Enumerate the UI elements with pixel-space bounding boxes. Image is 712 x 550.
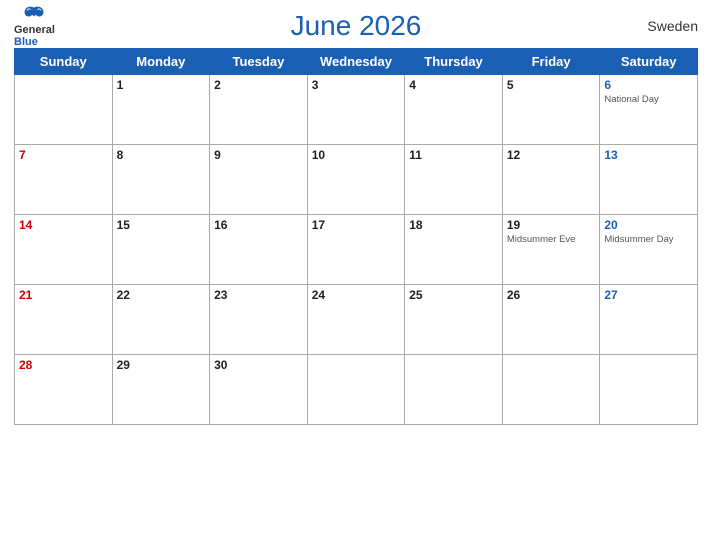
calendar-cell: 6 National Day xyxy=(600,75,698,145)
calendar-cell: 26 xyxy=(502,285,600,355)
day-number: 26 xyxy=(507,288,596,302)
day-number: 3 xyxy=(312,78,401,92)
calendar-container: General Blue June 2026 Sweden Sunday Mon… xyxy=(0,0,712,550)
holiday-label: National Day xyxy=(604,94,693,105)
calendar-cell: 24 xyxy=(307,285,405,355)
day-number: 27 xyxy=(604,288,693,302)
day-number: 24 xyxy=(312,288,401,302)
day-number: 10 xyxy=(312,148,401,162)
day-number: 17 xyxy=(312,218,401,232)
calendar-cell: 15 xyxy=(112,215,210,285)
day-number: 18 xyxy=(409,218,498,232)
calendar-cell: 27 xyxy=(600,285,698,355)
calendar-cell xyxy=(307,355,405,425)
day-number: 9 xyxy=(214,148,303,162)
day-number: 7 xyxy=(19,148,108,162)
day-number: 8 xyxy=(117,148,206,162)
calendar-cell: 28 xyxy=(15,355,113,425)
logo-bird-icon xyxy=(20,4,48,24)
calendar-title: June 2026 xyxy=(291,10,422,42)
weekday-header-row: Sunday Monday Tuesday Wednesday Thursday… xyxy=(15,49,698,75)
day-number: 2 xyxy=(214,78,303,92)
calendar-week-row: 14 15 16 17 18 19 Midsummer Eve 20 Midsummer Day xyxy=(15,215,698,285)
calendar-week-row: 789 10 11 12 13 xyxy=(15,145,698,215)
day-number: 23 xyxy=(214,288,303,302)
calendar-week-row: 28 29 30 xyxy=(15,355,698,425)
logo-general-text: General xyxy=(14,24,55,36)
calendar-cell: 1 xyxy=(112,75,210,145)
calendar-cell: 5 xyxy=(502,75,600,145)
calendar-cell xyxy=(502,355,600,425)
calendar-header: General Blue June 2026 Sweden xyxy=(14,10,698,42)
calendar-cell: 21 xyxy=(15,285,113,355)
calendar-cell: 18 xyxy=(405,215,503,285)
calendar-cell: 8 xyxy=(112,145,210,215)
day-number: 25 xyxy=(409,288,498,302)
holiday-label: Midsummer Eve xyxy=(507,234,596,245)
calendar-cell: 20 Midsummer Day xyxy=(600,215,698,285)
calendar-cell: 14 xyxy=(15,215,113,285)
day-number: 30 xyxy=(214,358,303,372)
day-number: 15 xyxy=(117,218,206,232)
header-friday: Friday xyxy=(502,49,600,75)
day-number: 4 xyxy=(409,78,498,92)
day-number: 19 xyxy=(507,218,596,232)
day-number: 14 xyxy=(19,218,108,232)
logo-blue-text: Blue xyxy=(14,36,38,48)
day-number: 5 xyxy=(507,78,596,92)
day-number: 21 xyxy=(19,288,108,302)
calendar-cell: 12 xyxy=(502,145,600,215)
calendar-cell: 29 xyxy=(112,355,210,425)
calendar-cell: 16 xyxy=(210,215,308,285)
header-monday: Monday xyxy=(112,49,210,75)
calendar-cell: 9 xyxy=(210,145,308,215)
calendar-cell: 13 xyxy=(600,145,698,215)
calendar-cell: 22 xyxy=(112,285,210,355)
calendar-cell: 25 xyxy=(405,285,503,355)
header-wednesday: Wednesday xyxy=(307,49,405,75)
day-number: 20 xyxy=(604,218,693,232)
calendar-cell: 19 Midsummer Eve xyxy=(502,215,600,285)
calendar-cell: 17 xyxy=(307,215,405,285)
calendar-cell: 4 xyxy=(405,75,503,145)
day-number: 13 xyxy=(604,148,693,162)
calendar-cell xyxy=(15,75,113,145)
holiday-label: Midsummer Day xyxy=(604,234,693,245)
day-number: 29 xyxy=(117,358,206,372)
calendar-cell: 3 xyxy=(307,75,405,145)
logo: General Blue xyxy=(14,4,55,48)
header-sunday: Sunday xyxy=(15,49,113,75)
day-number: 22 xyxy=(117,288,206,302)
day-number: 6 xyxy=(604,78,693,92)
header-saturday: Saturday xyxy=(600,49,698,75)
day-number: 11 xyxy=(409,148,498,162)
day-number: 28 xyxy=(19,358,108,372)
day-number: 1 xyxy=(117,78,206,92)
country-label: Sweden xyxy=(647,18,698,34)
calendar-week-row: 21 22 23 24 25 26 27 xyxy=(15,285,698,355)
calendar-cell: 7 xyxy=(15,145,113,215)
header-tuesday: Tuesday xyxy=(210,49,308,75)
calendar-cell: 23 xyxy=(210,285,308,355)
calendar-cell: 10 xyxy=(307,145,405,215)
header-thursday: Thursday xyxy=(405,49,503,75)
calendar-table: Sunday Monday Tuesday Wednesday Thursday… xyxy=(14,48,698,425)
calendar-cell: 11 xyxy=(405,145,503,215)
calendar-week-row: 123456 National Day xyxy=(15,75,698,145)
day-number: 16 xyxy=(214,218,303,232)
calendar-cell xyxy=(600,355,698,425)
day-number: 12 xyxy=(507,148,596,162)
calendar-cell: 2 xyxy=(210,75,308,145)
calendar-cell xyxy=(405,355,503,425)
calendar-cell: 30 xyxy=(210,355,308,425)
